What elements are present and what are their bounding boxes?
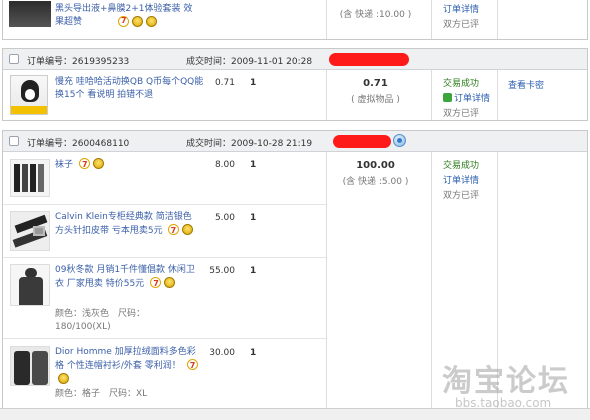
item-price: 0.71 <box>214 78 235 88</box>
item-quantity: 1 <box>250 266 257 276</box>
item-title-link[interactable]: Dior Homme 加厚拉绒面料多色彩格 个性连帽衬衫/外套 零利润！ <box>55 346 200 387</box>
product-thumbnail[interactable] <box>10 75 48 115</box>
order-id: 订单编号：2600468110 <box>27 139 130 149</box>
review-status: 双方已评 <box>443 191 480 201</box>
item-attributes: 颜色：格子 尺码：XL <box>55 389 148 399</box>
order-time: 成交时间：2009-10-28 21:19 <box>186 139 313 149</box>
item-divider <box>3 338 326 339</box>
item-quantity: 1 <box>250 213 257 223</box>
view-card-link[interactable]: 查看卡密 <box>508 78 544 91</box>
product-thumbnail[interactable] <box>10 211 50 251</box>
order-status: 订单详情 双方已评 <box>443 3 479 33</box>
redacted-seller-name <box>333 135 391 148</box>
medal-icon <box>164 277 176 288</box>
consumer-protection-icon <box>167 224 179 237</box>
order-status: 交易成功 订单详情 双方已评 <box>443 77 490 122</box>
column-divider <box>497 70 498 120</box>
qq-penguin-icon <box>21 80 39 102</box>
column-divider <box>326 0 327 39</box>
medal-icon <box>58 373 69 384</box>
badge-icons <box>115 16 157 28</box>
item-divider <box>3 204 326 205</box>
order-detail-link[interactable]: 订单详情 <box>443 174 479 189</box>
item-price: 55.00 <box>209 266 235 276</box>
consumer-protection-icon <box>150 277 162 290</box>
order-detail-link[interactable]: 订单详情 <box>454 94 490 104</box>
item-title-link[interactable]: 慢充 哇哈哈活动换QB Q币每个QQ能换15个 看说明 拍错不退 <box>55 76 205 102</box>
column-divider <box>326 152 327 414</box>
column-divider <box>326 70 327 120</box>
order-block-1: 订单编号：2619395233 成交时间：2009-11-01 20:28 慢充… <box>2 48 588 121</box>
item-title-link[interactable]: 袜子 <box>55 158 105 172</box>
item-quantity: 1 <box>250 78 257 88</box>
order-total: 100.00 (含 快递 :5.00 ) <box>342 160 409 187</box>
product-thumbnail[interactable] <box>9 1 51 27</box>
horizontal-scrollbar[interactable] <box>0 408 590 420</box>
consumer-protection-icon <box>186 359 198 372</box>
medal-icon <box>181 224 193 235</box>
item-title-link[interactable]: 09秋冬款 月销1千件懂倡款 休闲卫衣 厂家甩卖 特价55元 <box>55 264 200 291</box>
review-status: 双方已评 <box>443 20 480 30</box>
order-header: 订单编号：2619395233 成交时间：2009-11-01 20:28 <box>3 49 587 70</box>
item-price: 8.00 <box>214 160 235 170</box>
item-divider <box>3 257 326 258</box>
column-divider <box>431 70 432 120</box>
detail-icon <box>443 93 452 102</box>
wangwang-chat-icon[interactable] <box>393 134 406 147</box>
item-attributes: 颜色：浅灰色 尺码： 180/100(XL) <box>55 309 146 332</box>
product-thumbnail[interactable] <box>10 346 50 386</box>
review-status: 双方已评 <box>443 109 480 119</box>
order-total-note: (含 快递 :10.00 ) <box>339 10 412 20</box>
status-success: 交易成功 <box>443 79 480 89</box>
order-block-0: 黑头导出液+鼻膜2+1体验套装 效果超赞 (含 快递 :10.00 ) 订单详情… <box>2 0 588 40</box>
column-divider <box>431 152 432 414</box>
medal-icon <box>93 158 105 169</box>
order-detail-row: 订单详情 <box>443 92 490 107</box>
order-time: 成交时间：2009-11-01 20:28 <box>186 57 313 67</box>
medal-icon <box>132 16 143 27</box>
item-price: 5.00 <box>214 213 235 223</box>
product-thumbnail[interactable] <box>10 159 50 197</box>
order-checkbox[interactable] <box>9 136 19 146</box>
order-status: 交易成功 订单详情 双方已评 <box>443 159 479 204</box>
column-divider <box>497 0 498 39</box>
redacted-seller-name <box>329 53 409 66</box>
order-checkbox[interactable] <box>9 54 19 64</box>
order-id: 订单编号：2619395233 <box>27 57 130 67</box>
status-success: 交易成功 <box>443 161 480 171</box>
consumer-protection-icon <box>79 158 91 171</box>
item-quantity: 1 <box>250 348 257 358</box>
order-header: 订单编号：2600468110 成交时间：2009-10-28 21:19 <box>3 131 587 152</box>
order-total: 0.71 ( 虚拟物品 ) <box>351 78 400 105</box>
item-title-link[interactable]: Calvin Klein专柜经典款 简洁银色方头针扣皮带 亏本甩卖5元 <box>55 211 195 238</box>
column-divider <box>431 0 432 39</box>
order-detail-link[interactable]: 订单详情 <box>443 3 479 18</box>
consumer-protection-icon <box>118 16 129 27</box>
product-thumbnail[interactable] <box>10 264 50 306</box>
item-price: 30.00 <box>209 348 235 358</box>
item-quantity: 1 <box>250 160 257 170</box>
watermark-logo: 淘宝论坛 <box>442 364 570 399</box>
medal-icon <box>146 16 157 27</box>
